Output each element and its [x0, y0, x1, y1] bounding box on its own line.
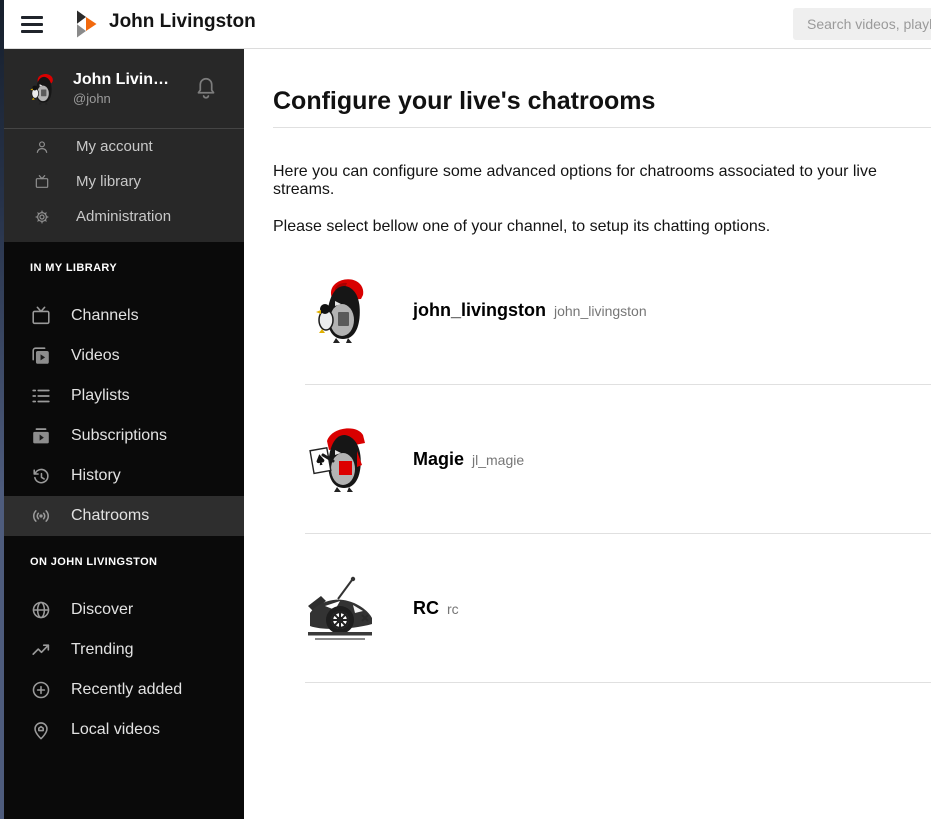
instance-title[interactable]: John Livingston: [109, 11, 256, 33]
sidebar-item-label: Administration: [76, 208, 172, 225]
peertube-logo-icon[interactable]: [75, 10, 99, 38]
sidebar-item-label: Videos: [71, 347, 120, 364]
search-input[interactable]: [793, 8, 931, 40]
hamburger-menu-icon[interactable]: [21, 13, 43, 35]
channel-avatar-santa-penguin-icon: [305, 274, 377, 346]
sidebar-section-on-instance: ON JOHN LIVINGSTON Discover Trending Rec…: [4, 556, 244, 750]
sidebar-item-subscriptions[interactable]: Subscriptions: [4, 416, 244, 456]
sidebar-item-label: Discover: [71, 601, 134, 618]
sidebar-item-my-account[interactable]: My account: [4, 129, 244, 164]
sidebar-item-label: My account: [76, 138, 153, 155]
map-pin-home-icon: [30, 719, 53, 742]
top-header: John Livingston: [4, 0, 931, 49]
sidebar-section-in-my-library: IN MY LIBRARY Channels Videos Playlists …: [4, 262, 244, 536]
subscriptions-icon: [30, 425, 53, 448]
sidebar-item-label: History: [71, 467, 121, 484]
channel-row-rc[interactable]: RC rc: [305, 534, 931, 683]
sidebar-item-administration[interactable]: Administration: [4, 199, 244, 234]
playlist-icon: [30, 385, 53, 408]
channel-name: RC: [413, 597, 439, 618]
videos-icon: [30, 345, 53, 368]
sidebar-item-my-library[interactable]: My library: [4, 164, 244, 199]
sidebar-item-label: Trending: [71, 641, 134, 658]
tv-icon: [34, 174, 50, 190]
sidebar-item-videos[interactable]: Videos: [4, 336, 244, 376]
user-display-name: John Livingston: [73, 71, 172, 89]
trending-icon: [30, 639, 53, 662]
notifications-bell-icon[interactable]: [193, 75, 219, 103]
channel-handle: john_livingston: [554, 302, 647, 319]
sidebar-item-trending[interactable]: Trending: [4, 630, 244, 670]
channel-avatar-magician-penguin-icon: [305, 423, 377, 495]
channel-list: john_livingston john_livingston Magie jl…: [273, 236, 931, 683]
sidebar-item-label: Subscriptions: [71, 427, 168, 444]
sidebar-item-history[interactable]: History: [4, 456, 244, 496]
section-title: ON JOHN LIVINGSTON: [30, 556, 158, 568]
gear-icon: [34, 209, 50, 225]
sidebar: John Livingston @john My account: [4, 49, 244, 819]
globe-icon: [30, 599, 53, 622]
sidebar-item-label: My library: [76, 173, 142, 190]
intro-paragraph: Here you can configure some advanced opt…: [273, 163, 877, 198]
channel-name: Magie: [413, 448, 465, 469]
sidebar-item-label: Playlists: [71, 387, 130, 404]
page-title: Configure your live's chatrooms: [273, 87, 656, 115]
sidebar-item-label: Local videos: [71, 721, 160, 738]
sidebar-item-label: Channels: [71, 307, 139, 324]
sidebar-item-discover[interactable]: Discover: [4, 590, 244, 630]
intro-paragraph: Please select bellow one of your channel…: [273, 218, 771, 235]
channel-avatar-rc-car-icon: [305, 572, 377, 644]
sidebar-item-chatrooms[interactable]: Chatrooms: [4, 496, 244, 536]
sidebar-item-local-videos[interactable]: Local videos: [4, 710, 244, 750]
channel-row-magie[interactable]: Magie jl_magie: [305, 385, 931, 534]
section-title: IN MY LIBRARY: [30, 262, 118, 274]
broadcast-icon: [30, 505, 53, 528]
channel-handle: jl_magie: [472, 451, 525, 468]
tv-icon: [30, 305, 53, 328]
account-menu: My account My library Administration: [4, 128, 244, 242]
left-edge-strip: [0, 0, 4, 819]
channel-row-john-livingston[interactable]: john_livingston john_livingston: [305, 236, 931, 385]
history-icon: [30, 465, 53, 488]
sidebar-item-recently-added[interactable]: Recently added: [4, 670, 244, 710]
user-icon: [34, 139, 50, 155]
sidebar-item-playlists[interactable]: Playlists: [4, 376, 244, 416]
user-avatar: [25, 71, 60, 106]
main-content: Configure your live's chatrooms Here you…: [244, 49, 931, 819]
sidebar-user-block[interactable]: John Livingston @john: [4, 49, 244, 128]
sidebar-item-label: Chatrooms: [71, 507, 150, 524]
user-handle: @john: [73, 91, 111, 107]
sidebar-item-label: Recently added: [71, 681, 183, 698]
channel-handle: rc: [447, 600, 459, 617]
channel-name: john_livingston: [413, 299, 546, 320]
plus-circle-icon: [30, 679, 53, 702]
sidebar-item-channels[interactable]: Channels: [4, 296, 244, 336]
